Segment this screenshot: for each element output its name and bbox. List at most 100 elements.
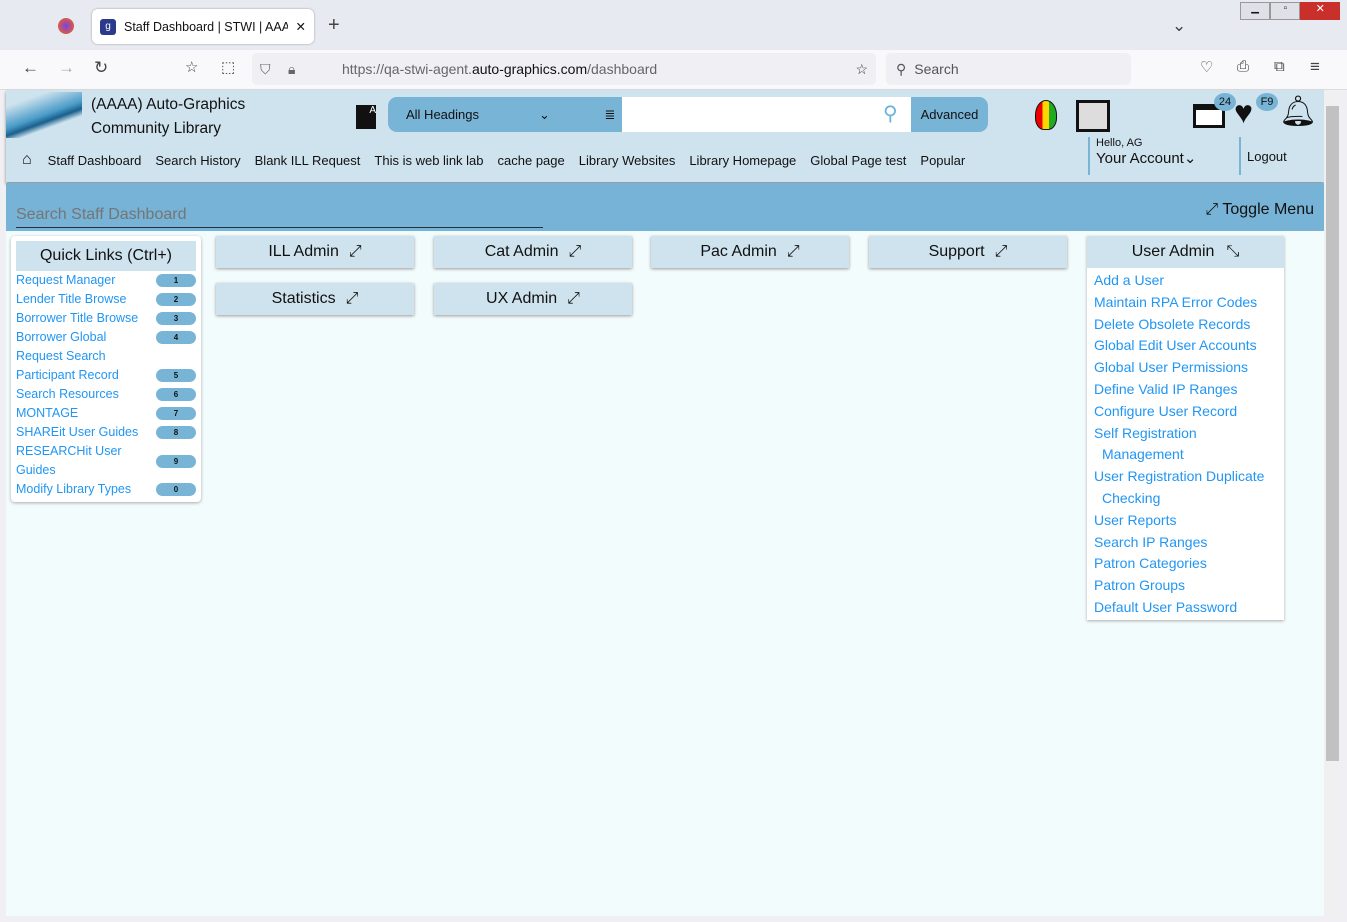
expand-icon: ⤢	[567, 290, 580, 307]
quick-link[interactable]: Modify Library Types 0	[16, 480, 196, 499]
image-search-icon[interactable]	[1076, 100, 1110, 132]
quick-link-label[interactable]: RESEARCHit User Guides	[16, 442, 151, 480]
quick-link-label[interactable]: Request Manager	[16, 271, 115, 290]
back-icon[interactable]: ←	[22, 58, 39, 78]
quick-link[interactable]: Request Manager 1	[16, 271, 196, 290]
your-account-link[interactable]: Your Account	[1096, 150, 1184, 167]
share-icon[interactable]: ⬚	[221, 58, 235, 76]
url-bar[interactable]: ⛉ 🔒︎ https://qa-stwi-agent. auto-graphics…	[252, 53, 876, 85]
user-admin-link[interactable]: Default User Password	[1087, 597, 1284, 619]
quick-link[interactable]: Participant Record 5	[16, 366, 196, 385]
quick-link-label[interactable]: Borrower Title Browse	[16, 309, 138, 328]
menu-item[interactable]: Global Page test	[810, 153, 906, 168]
print-icon[interactable]: ⎙	[1237, 58, 1249, 75]
expand-icon: ⤢	[786, 243, 800, 260]
pac-admin-button[interactable]: Pac Admin ⤢	[651, 236, 849, 268]
home-icon[interactable]: ⌂	[22, 151, 32, 169]
user-admin-link[interactable]: Configure User Record	[1087, 401, 1284, 423]
quick-link-label[interactable]: Participant Record	[16, 366, 119, 385]
quick-link[interactable]: RESEARCHit User Guides 9	[16, 442, 196, 480]
heart-icon[interactable]: ♥	[1234, 94, 1253, 130]
account-menu[interactable]: Hello, AG Your Account⌄	[1088, 137, 1196, 175]
quick-link-label[interactable]: Request Search	[16, 347, 106, 366]
ill-admin-button[interactable]: ILL Admin ⤢	[216, 236, 414, 268]
quick-link[interactable]: Search Resources 6	[16, 385, 196, 404]
quick-link[interactable]: MONTAGE 7	[16, 404, 196, 423]
search-icon[interactable]: ⚲	[883, 97, 911, 132]
user-admin-link[interactable]: Delete Obsolete Records	[1087, 314, 1284, 336]
user-admin-link[interactable]: Search IP Ranges	[1087, 532, 1284, 554]
user-admin-link[interactable]: Maintain RPA Error Codes	[1087, 292, 1284, 314]
menu-item[interactable]: cache page	[498, 153, 565, 168]
quick-link-label[interactable]: Search Resources	[16, 385, 119, 404]
user-admin-link[interactable]: Define Valid IP Ranges	[1087, 379, 1284, 401]
toggle-menu-button[interactable]: ⤢ Toggle Menu	[1205, 201, 1314, 219]
close-tab-icon[interactable]: ✕	[296, 19, 306, 34]
language-icon[interactable]: A	[356, 105, 376, 129]
quick-link[interactable]: Lender Title Browse 2	[16, 290, 196, 309]
shortcut-badge: 8	[156, 426, 196, 439]
user-admin-link[interactable]: Self Registration Management	[1087, 423, 1217, 467]
pocket-icon[interactable]: ♡	[1200, 58, 1213, 76]
close-window-button[interactable]: ✕	[1300, 2, 1340, 20]
bookmark-icon[interactable]: ☆	[855, 61, 868, 78]
forward-icon[interactable]: →	[58, 58, 75, 78]
database-icon[interactable]: ≣	[598, 97, 622, 132]
user-admin-link[interactable]: Global User Permissions	[1087, 357, 1284, 379]
extensions-icon[interactable]: ⧉	[1274, 58, 1285, 75]
menu-item[interactable]: Library Websites	[579, 153, 676, 168]
shortcut-badge: 3	[156, 312, 196, 325]
quick-link-label[interactable]: SHAREit User Guides	[16, 423, 138, 442]
maximize-button[interactable]: ▫	[1270, 2, 1301, 20]
quick-link[interactable]: Borrower Title Browse 3	[16, 309, 196, 328]
quick-link-label[interactable]: Lender Title Browse	[16, 290, 126, 309]
dashboard-search-input[interactable]	[16, 202, 543, 228]
browser-tab[interactable]: g Staff Dashboard | STWI | AAAA | ✕	[92, 9, 314, 44]
quick-link[interactable]: Request Search	[16, 347, 196, 366]
menu-item[interactable]: Library Homepage	[689, 153, 796, 168]
menu-icon[interactable]: ≡	[1310, 57, 1320, 77]
minimize-button[interactable]: ▁	[1240, 2, 1271, 20]
quick-link-label[interactable]: Borrower Global	[16, 328, 106, 347]
advanced-search-button[interactable]: Advanced	[911, 97, 988, 132]
user-admin-link[interactable]: Global Edit User Accounts	[1087, 335, 1284, 357]
tab-list-chevron-icon[interactable]: ⌄	[1172, 16, 1186, 36]
quick-link[interactable]: SHAREit User Guides 8	[16, 423, 196, 442]
bell-icon[interactable]: 🔔︎	[1279, 94, 1317, 129]
search-scope-select[interactable]: All Headings ⌄	[388, 97, 598, 132]
quick-link-label[interactable]: MONTAGE	[16, 404, 78, 423]
user-admin-link[interactable]: User Registration Duplicate Checking	[1087, 466, 1284, 510]
balloon-icon[interactable]	[1035, 100, 1057, 130]
quick-link[interactable]: Borrower Global 4	[16, 328, 196, 347]
cat-admin-button[interactable]: Cat Admin ⤢	[434, 236, 632, 268]
bookmark-star-icon[interactable]: ☆	[185, 58, 198, 76]
search-input[interactable]	[622, 97, 883, 132]
user-admin-link[interactable]: Add a User	[1087, 270, 1284, 292]
menu-item[interactable]: Search History	[155, 153, 240, 168]
collapse-icon: ⤡	[1226, 243, 1240, 260]
user-admin-header[interactable]: User Admin ⤡	[1087, 236, 1284, 268]
new-tab-button[interactable]: +	[328, 14, 340, 37]
scrollbar-thumb[interactable]	[1326, 106, 1339, 761]
logout-link[interactable]: Logout	[1239, 137, 1287, 175]
firefox-icon	[58, 18, 74, 34]
user-admin-link[interactable]: User Reports	[1087, 510, 1284, 532]
search-icon: ⚲	[896, 60, 907, 77]
ux-admin-button[interactable]: UX Admin ⤢	[434, 283, 632, 315]
menu-item[interactable]: Blank ILL Request	[255, 153, 361, 168]
browser-search-input[interactable]: ⚲ Search	[886, 53, 1131, 85]
menu-item[interactable]: This is web link lab	[374, 153, 483, 168]
library-logo[interactable]	[6, 92, 82, 138]
reload-icon[interactable]: ↻	[94, 58, 108, 78]
menu-item[interactable]: Staff Dashboard	[48, 153, 142, 168]
shortcut-badge: 2	[156, 293, 196, 306]
statistics-button[interactable]: Statistics ⤢	[216, 283, 414, 315]
hello-text: Hello, AG	[1096, 137, 1143, 149]
user-admin-link[interactable]: Patron Groups	[1087, 575, 1284, 597]
user-admin-link[interactable]: Patron Categories	[1087, 553, 1284, 575]
quick-link-label[interactable]: Modify Library Types	[16, 480, 131, 499]
tab-title: Staff Dashboard | STWI | AAAA |	[124, 19, 288, 34]
support-button[interactable]: Support ⤢	[869, 236, 1067, 268]
menu-item[interactable]: Popular	[920, 153, 965, 168]
user-admin-panel: User Admin ⤡ Add a User Maintain RPA Error…	[1087, 236, 1284, 620]
